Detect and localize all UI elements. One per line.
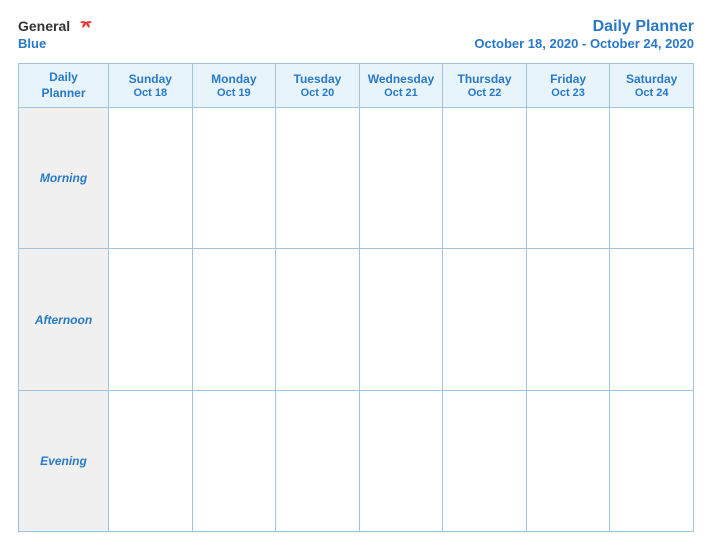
col-label-planner: Planner [21, 86, 106, 102]
col-day-mon: Monday [195, 72, 274, 86]
cell-wed-morning[interactable] [359, 108, 443, 249]
col-day-thu: Thursday [445, 72, 524, 86]
col-day-wed: Wednesday [362, 72, 441, 86]
planner-title: Daily Planner [474, 18, 694, 36]
col-day-tue: Tuesday [278, 72, 357, 86]
header-row: Daily Planner Sunday Oct 18 Monday Oct 1… [19, 64, 694, 108]
col-day-sun: Sunday [111, 72, 190, 86]
row-evening: Evening [19, 390, 694, 531]
cell-fri-morning[interactable] [526, 108, 610, 249]
cell-sun-morning[interactable] [109, 108, 193, 249]
cell-sat-morning[interactable] [610, 108, 694, 249]
col-header-wed: Wednesday Oct 21 [359, 64, 443, 108]
cell-wed-afternoon[interactable] [359, 249, 443, 390]
cell-mon-afternoon[interactable] [192, 249, 276, 390]
col-date-fri: Oct 23 [529, 87, 608, 99]
col-date-mon: Oct 19 [195, 87, 274, 99]
col-date-thu: Oct 22 [445, 87, 524, 99]
col-date-tue: Oct 20 [278, 87, 357, 99]
label-evening: Evening [19, 390, 109, 531]
cell-sun-evening[interactable] [109, 390, 193, 531]
cell-sat-evening[interactable] [610, 390, 694, 531]
page: General Blue Daily Planner October 18, 2… [0, 0, 712, 550]
col-header-fri: Friday Oct 23 [526, 64, 610, 108]
col-label-daily: Daily [21, 70, 106, 86]
cell-thu-evening[interactable] [443, 390, 527, 531]
row-afternoon: Afternoon [19, 249, 694, 390]
calendar-table: Daily Planner Sunday Oct 18 Monday Oct 1… [18, 63, 694, 532]
cell-tue-afternoon[interactable] [276, 249, 360, 390]
col-header-sun: Sunday Oct 18 [109, 64, 193, 108]
col-header-label: Daily Planner [19, 64, 109, 108]
col-day-sat: Saturday [612, 72, 691, 86]
label-afternoon: Afternoon [19, 249, 109, 390]
col-day-fri: Friday [529, 72, 608, 86]
cell-fri-evening[interactable] [526, 390, 610, 531]
title-area: Daily Planner October 18, 2020 - October… [474, 18, 694, 51]
col-date-sun: Oct 18 [111, 87, 190, 99]
cell-thu-afternoon[interactable] [443, 249, 527, 390]
cell-tue-evening[interactable] [276, 390, 360, 531]
cell-wed-evening[interactable] [359, 390, 443, 531]
row-morning: Morning [19, 108, 694, 249]
col-header-mon: Monday Oct 19 [192, 64, 276, 108]
planner-subtitle: October 18, 2020 - October 24, 2020 [474, 36, 694, 51]
header: General Blue Daily Planner October 18, 2… [18, 18, 694, 51]
cell-sun-afternoon[interactable] [109, 249, 193, 390]
cell-sat-afternoon[interactable] [610, 249, 694, 390]
bird-icon [77, 20, 95, 34]
logo-general: General [18, 18, 70, 34]
col-header-thu: Thursday Oct 22 [443, 64, 527, 108]
col-date-wed: Oct 21 [362, 87, 441, 99]
cell-mon-evening[interactable] [192, 390, 276, 531]
logo: General [18, 18, 95, 36]
cell-tue-morning[interactable] [276, 108, 360, 249]
cell-mon-morning[interactable] [192, 108, 276, 249]
cell-thu-morning[interactable] [443, 108, 527, 249]
col-date-sat: Oct 24 [612, 87, 691, 99]
label-morning: Morning [19, 108, 109, 249]
cell-fri-afternoon[interactable] [526, 249, 610, 390]
col-header-sat: Saturday Oct 24 [610, 64, 694, 108]
logo-area: General Blue [18, 18, 95, 51]
col-header-tue: Tuesday Oct 20 [276, 64, 360, 108]
logo-blue-text: Blue [18, 36, 46, 51]
